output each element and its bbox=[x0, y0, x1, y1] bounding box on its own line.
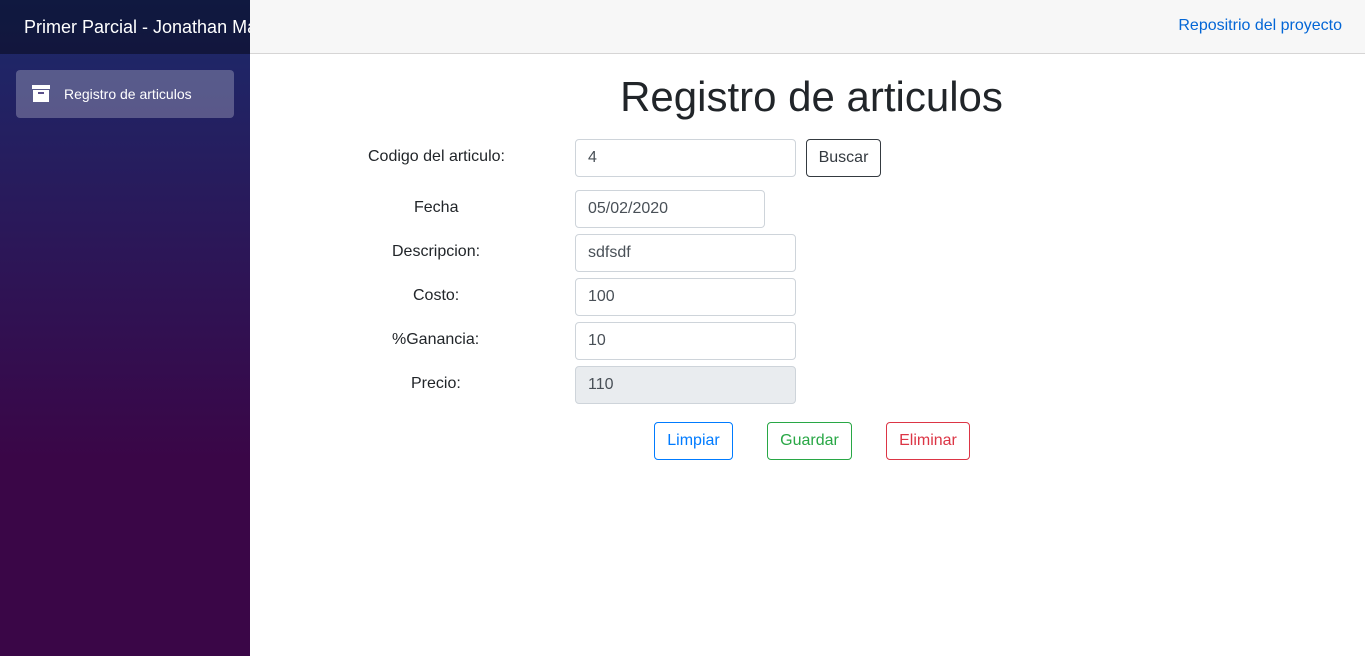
precio-label: Precio: bbox=[411, 375, 461, 392]
sidebar-item-label: Registro de articulos bbox=[64, 86, 192, 102]
fecha-label: Fecha bbox=[414, 199, 459, 216]
costo-label: Costo: bbox=[413, 287, 460, 304]
codigo-input[interactable] bbox=[575, 139, 796, 177]
sidebar-item-registro-articulos[interactable]: Registro de articulos bbox=[16, 70, 234, 118]
codigo-label: Codigo del articulo: bbox=[368, 148, 505, 165]
precio-input bbox=[575, 366, 796, 404]
brand-bar: Primer Parcial - Jonathan Ma bbox=[0, 0, 250, 54]
ganancia-label: %Ganancia: bbox=[392, 331, 480, 348]
fecha-input[interactable] bbox=[575, 190, 765, 228]
sidebar-nav: Registro de articulos bbox=[0, 54, 250, 134]
guardar-button[interactable]: Guardar bbox=[767, 422, 852, 460]
descripcion-input[interactable] bbox=[575, 234, 796, 272]
page-title: Registro de articulos bbox=[620, 73, 1003, 120]
eliminar-button[interactable]: Eliminar bbox=[886, 422, 970, 460]
descripcion-label: Descripcion: bbox=[392, 243, 481, 260]
limpiar-button[interactable]: Limpiar bbox=[654, 422, 733, 460]
repository-link[interactable]: Repositrio del proyecto bbox=[1178, 17, 1342, 35]
top-bar: Repositrio del proyecto bbox=[250, 0, 1365, 54]
app-title[interactable]: Primer Parcial - Jonathan Ma bbox=[24, 17, 250, 38]
buscar-button[interactable]: Buscar bbox=[806, 139, 881, 177]
sidebar: Primer Parcial - Jonathan Ma Registro de… bbox=[0, 0, 250, 656]
costo-input[interactable] bbox=[575, 278, 796, 316]
ganancia-input[interactable] bbox=[575, 322, 796, 360]
box-icon bbox=[32, 85, 50, 103]
